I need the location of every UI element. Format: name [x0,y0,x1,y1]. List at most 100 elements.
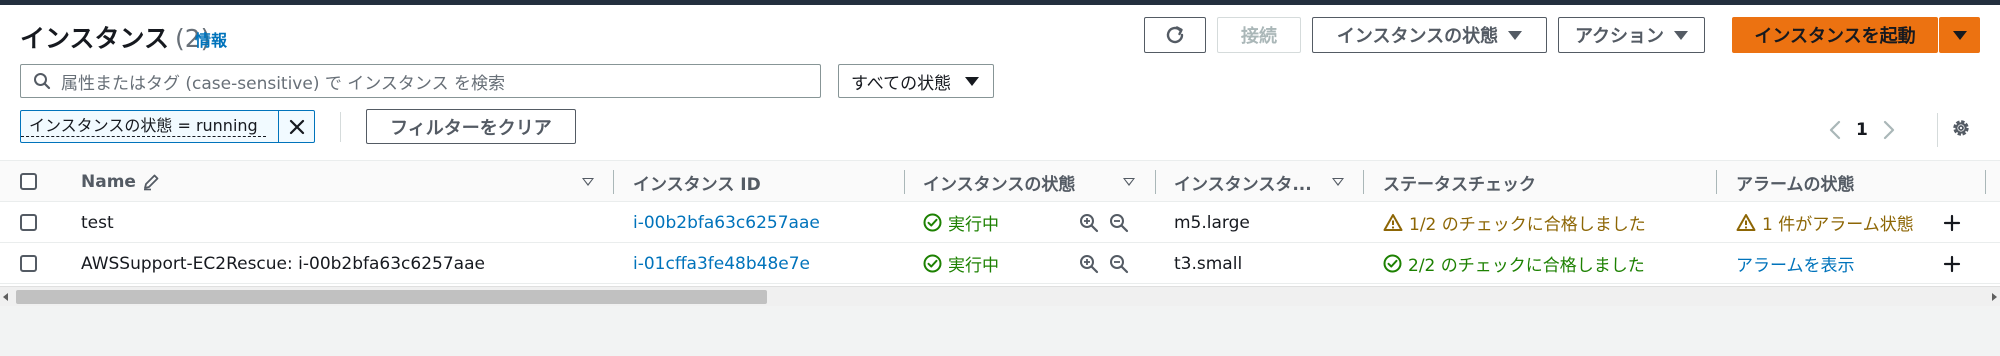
table-row[interactable]: AWSSupport-EC2Rescue: i-00b2bfa63c6257aa… [0,243,2000,284]
row-checkbox[interactable] [20,255,37,272]
plus-icon [1943,255,1961,272]
column-label: Name [81,172,136,192]
info-link[interactable]: 情報 [195,27,227,51]
caret-down-icon [1508,30,1523,40]
sort-caret-icon[interactable] [1123,178,1135,186]
close-icon [289,119,304,134]
instance-name: AWSSupport-EC2Rescue: i-00b2bfa63c6257aa… [81,253,485,274]
pagination: 1 [1828,115,1896,145]
page-title-text: インスタンス [20,24,170,53]
caret-down-icon [965,76,980,86]
column-divider[interactable] [1155,170,1156,194]
column-divider[interactable] [613,170,614,194]
instance-name: test [81,212,114,233]
column-label: ステータスチェック [1383,174,1536,195]
remove-filter-button[interactable] [278,111,314,142]
column-divider[interactable] [1985,170,1986,194]
column-header-instance-state[interactable]: インスタンスの状態 [923,161,1075,203]
chevron-right-icon[interactable] [1882,119,1896,141]
scroll-right-icon[interactable] [1992,293,1997,301]
column-label: インスタンスの状態 [923,174,1076,195]
status-check-text: 2/2 のチェックに合格しました [1408,256,1645,276]
column-label: インスタンス ID [633,174,761,195]
column-header-instance-type[interactable]: インスタンスタ... [1174,161,1312,203]
add-alarm-button[interactable] [1943,202,1961,243]
zoom-in-icon[interactable] [1079,254,1099,274]
column-divider[interactable] [1716,170,1717,194]
gear-icon[interactable] [1950,117,1972,139]
column-label: インスタンスタ... [1174,174,1312,195]
chevron-left-icon[interactable] [1828,119,1842,141]
warning-icon [1383,214,1403,231]
instance-state: 実行中 [923,243,999,284]
horizontal-scrollbar[interactable] [0,286,2000,306]
instance-state-text: 実行中 [948,256,999,276]
zoom-in-icon[interactable] [1079,213,1099,233]
row-checkbox[interactable] [20,214,37,231]
column-header-instance-id[interactable]: インスタンス ID [633,161,761,203]
clear-filters-button[interactable]: フィルターをクリア [366,109,576,144]
status-check-text: 1/2 のチェックに合格しました [1409,215,1646,235]
check-circle-icon [1383,254,1402,273]
instance-id-link[interactable]: i-01cffa3fe48b48e7e [633,243,810,284]
instance-state-text: 実行中 [948,215,999,235]
caret-down-icon [1674,30,1689,40]
table-row[interactable]: test i-00b2bfa63c6257aae 実行中 m5.large 1/… [0,202,2000,243]
instances-panel: インスタンス (2) 情報 接続 インスタンスの状態 アクション インスタンスを起… [0,5,2000,306]
column-divider[interactable] [904,170,905,194]
launch-instance-dropdown[interactable] [1939,17,1980,53]
column-label: アラームの状態 [1736,174,1855,195]
select-all-checkbox[interactable] [20,173,37,190]
launch-instance-label: インスタンスを起動 [1754,26,1916,47]
edit-icon [143,174,159,191]
column-header-status-check[interactable]: ステータスチェック [1383,161,1536,203]
column-header-name[interactable]: Name [81,161,160,203]
launch-instance-button[interactable]: インスタンスを起動 [1732,17,1938,53]
scroll-left-icon[interactable] [3,293,8,301]
divider [1937,113,1938,147]
state-filter-value: すべての状態 [851,73,952,94]
search-placeholder: 属性またはタグ (case-sensitive) で インスタンス を検索 [61,73,505,94]
search-input[interactable]: 属性またはタグ (case-sensitive) で インスタンス を検索 [20,64,821,98]
alarm-state: 1 件がアラーム状態 [1736,202,1914,243]
column-header-alarm-state[interactable]: アラームの状態 [1736,161,1855,203]
zoom-out-icon[interactable] [1109,254,1129,274]
connect-button[interactable]: 接続 [1217,17,1301,53]
check-circle-icon [923,213,942,232]
sort-caret-icon[interactable] [1332,178,1344,186]
current-page[interactable]: 1 [1856,120,1868,140]
column-divider[interactable] [1363,170,1364,194]
instance-type: t3.small [1174,253,1243,274]
sort-caret-icon[interactable] [582,178,594,186]
page-title: インスタンス (2) [20,19,210,55]
check-circle-icon [923,254,942,273]
filter-token[interactable]: インスタンスの状態 = running [20,110,315,143]
add-alarm-button[interactable] [1943,243,1961,284]
instance-state-label: インスタンスの状態 [1336,26,1499,47]
table-header: Name インスタンス ID インスタンスの状態 インスタンスタ... ステータ… [0,160,2000,202]
scrollbar-thumb[interactable] [16,290,767,304]
state-filter-select[interactable]: すべての状態 [838,64,994,98]
alarm-state-text: 1 件がアラーム状態 [1762,215,1914,235]
instance-state-button[interactable]: インスタンスの状態 [1312,17,1547,53]
actions-label: アクション [1574,26,1665,47]
refresh-icon [1166,26,1184,44]
caret-down-icon [1952,30,1967,40]
instance-type: m5.large [1174,212,1250,233]
status-check: 2/2 のチェックに合格しました [1383,243,1645,284]
divider [340,112,341,142]
instance-state: 実行中 [923,202,999,243]
status-check: 1/2 のチェックに合格しました [1383,202,1646,243]
refresh-button[interactable] [1144,17,1206,53]
search-icon [34,73,51,90]
zoom-controls [1079,243,1129,284]
filter-token-label[interactable]: インスタンスの状態 = running [21,116,266,137]
view-alarms-link[interactable]: アラームを表示 [1736,243,1855,284]
connect-label: 接続 [1241,26,1277,47]
warning-icon [1736,214,1756,231]
zoom-controls [1079,202,1129,243]
instance-id-link[interactable]: i-00b2bfa63c6257aae [633,202,820,243]
actions-button[interactable]: アクション [1558,17,1705,53]
plus-icon [1943,214,1961,231]
zoom-out-icon[interactable] [1109,213,1129,233]
